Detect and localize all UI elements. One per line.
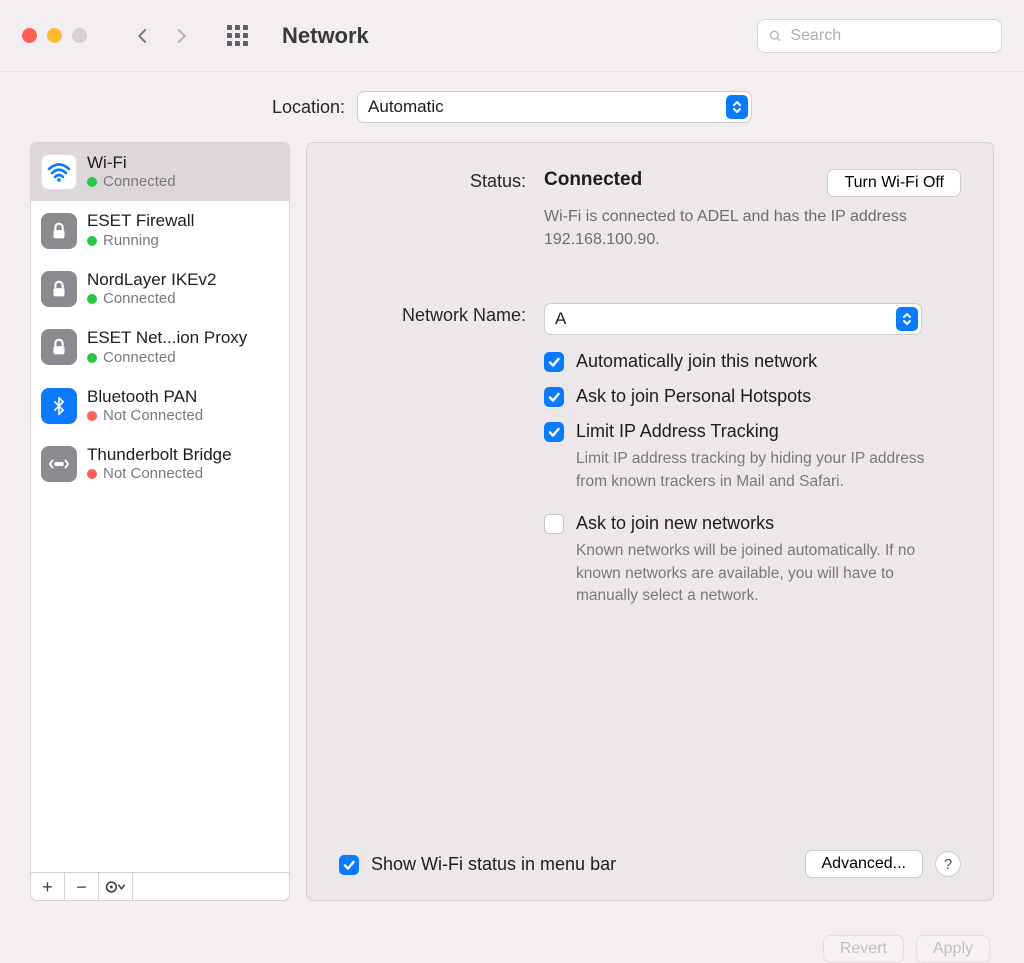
service-status: Running bbox=[87, 232, 194, 250]
chevron-updown-icon bbox=[726, 95, 748, 119]
checkbox-icon bbox=[544, 352, 564, 372]
tb-icon bbox=[41, 446, 77, 482]
hotspots-label: Ask to join Personal Hotspots bbox=[576, 386, 811, 407]
network-name-select[interactable]: A bbox=[544, 303, 922, 335]
checkbox-icon bbox=[544, 387, 564, 407]
search-icon bbox=[768, 28, 782, 44]
menubar-label: Show Wi-Fi status in menu bar bbox=[371, 854, 616, 875]
status-dot-icon bbox=[87, 411, 97, 421]
ask-new-description: Known networks will be joined automatica… bbox=[576, 540, 936, 607]
search-input[interactable] bbox=[790, 27, 991, 45]
network-name-row: Network Name: A bbox=[339, 303, 961, 613]
main-area: Wi-FiConnectedESET FirewallRunningNordLa… bbox=[0, 142, 1024, 921]
search-field[interactable] bbox=[757, 19, 1002, 53]
forward-button[interactable] bbox=[169, 23, 193, 49]
back-button[interactable] bbox=[131, 23, 155, 49]
hotspots-checkbox[interactable]: Ask to join Personal Hotspots bbox=[544, 386, 961, 407]
status-dot-icon bbox=[87, 353, 97, 363]
location-select[interactable]: Automatic bbox=[357, 91, 752, 123]
advanced-button[interactable]: Advanced... bbox=[805, 850, 924, 878]
service-status: Connected bbox=[87, 290, 216, 308]
pane-title: Network bbox=[282, 23, 369, 49]
status-description: Wi-Fi is connected to ADEL and has the I… bbox=[544, 205, 924, 251]
auto-join-label: Automatically join this network bbox=[576, 351, 817, 372]
service-item-eset-firewall[interactable]: ESET FirewallRunning bbox=[31, 201, 289, 259]
menubar-checkbox[interactable]: Show Wi-Fi status in menu bar bbox=[339, 854, 616, 875]
wifi-options: Automatically join this network Ask to j… bbox=[544, 351, 961, 613]
service-item-wi-fi[interactable]: Wi-FiConnected bbox=[31, 143, 289, 201]
limit-ip-description: Limit IP address tracking by hiding your… bbox=[576, 448, 936, 493]
status-label: Status: bbox=[339, 169, 544, 251]
lock-icon bbox=[41, 271, 77, 307]
service-item-eset-net-ion-proxy[interactable]: ESET Net...ion ProxyConnected bbox=[31, 318, 289, 376]
revert-button[interactable]: Revert bbox=[823, 935, 904, 963]
more-actions-button[interactable] bbox=[99, 873, 133, 900]
show-all-icon[interactable] bbox=[227, 25, 248, 46]
help-button[interactable]: ? bbox=[935, 851, 961, 877]
status-dot-icon bbox=[87, 177, 97, 187]
add-service-button[interactable]: + bbox=[31, 873, 65, 900]
service-name: ESET Firewall bbox=[87, 211, 194, 231]
details-panel: Status: Connected Turn Wi-Fi Off Wi-Fi i… bbox=[306, 142, 994, 901]
service-list[interactable]: Wi-FiConnectedESET FirewallRunningNordLa… bbox=[30, 142, 290, 873]
service-item-bluetooth-pan[interactable]: Bluetooth PANNot Connected bbox=[31, 377, 289, 435]
service-status: Not Connected bbox=[87, 465, 232, 483]
service-name: Bluetooth PAN bbox=[87, 387, 203, 407]
status-dot-icon bbox=[87, 469, 97, 479]
service-item-nordlayer-ikev2[interactable]: NordLayer IKEv2Connected bbox=[31, 260, 289, 318]
lock-icon bbox=[41, 213, 77, 249]
service-status: Connected bbox=[87, 173, 176, 191]
service-status: Not Connected bbox=[87, 407, 203, 425]
wifi-toggle-button[interactable]: Turn Wi-Fi Off bbox=[827, 169, 961, 197]
window-traffic-lights bbox=[22, 28, 87, 43]
status-row: Status: Connected Turn Wi-Fi Off Wi-Fi i… bbox=[339, 169, 961, 251]
service-status: Connected bbox=[87, 349, 247, 367]
status-value: Connected bbox=[544, 169, 642, 191]
details-footer: Show Wi-Fi status in menu bar Advanced..… bbox=[339, 850, 961, 878]
limit-ip-checkbox[interactable]: Limit IP Address Tracking bbox=[544, 421, 961, 442]
bottom-bar: Revert Apply bbox=[0, 921, 1024, 963]
checkbox-icon bbox=[544, 422, 564, 442]
service-name: Wi-Fi bbox=[87, 153, 176, 173]
status-dot-icon bbox=[87, 236, 97, 246]
service-name: ESET Net...ion Proxy bbox=[87, 328, 247, 348]
network-name-label: Network Name: bbox=[339, 303, 544, 613]
chevron-updown-icon bbox=[896, 307, 918, 331]
checkbox-icon bbox=[544, 514, 564, 534]
sidebar: Wi-FiConnectedESET FirewallRunningNordLa… bbox=[30, 142, 290, 901]
sidebar-footer: + − bbox=[30, 873, 290, 901]
limit-ip-label: Limit IP Address Tracking bbox=[576, 421, 779, 442]
service-name: NordLayer IKEv2 bbox=[87, 270, 216, 290]
network-name-value: A bbox=[555, 309, 566, 329]
location-row: Location: Automatic bbox=[0, 72, 1024, 142]
zoom-window-button[interactable] bbox=[72, 28, 87, 43]
service-item-thunderbolt-bridge[interactable]: Thunderbolt BridgeNot Connected bbox=[31, 435, 289, 493]
network-preferences-window: Network Location: Automatic Wi-FiConnect… bbox=[0, 0, 1024, 963]
toolbar: Network bbox=[0, 0, 1024, 72]
auto-join-checkbox[interactable]: Automatically join this network bbox=[544, 351, 961, 372]
ask-new-label: Ask to join new networks bbox=[576, 513, 774, 534]
lock-icon bbox=[41, 329, 77, 365]
location-label: Location: bbox=[272, 97, 345, 118]
status-dot-icon bbox=[87, 294, 97, 304]
service-name: Thunderbolt Bridge bbox=[87, 445, 232, 465]
close-window-button[interactable] bbox=[22, 28, 37, 43]
location-value: Automatic bbox=[368, 97, 444, 117]
minimize-window-button[interactable] bbox=[47, 28, 62, 43]
remove-service-button[interactable]: − bbox=[65, 873, 99, 900]
ask-new-checkbox[interactable]: Ask to join new networks bbox=[544, 513, 961, 534]
apply-button[interactable]: Apply bbox=[916, 935, 990, 963]
checkbox-icon bbox=[339, 855, 359, 875]
bt-icon bbox=[41, 388, 77, 424]
wifi-icon bbox=[41, 154, 77, 190]
